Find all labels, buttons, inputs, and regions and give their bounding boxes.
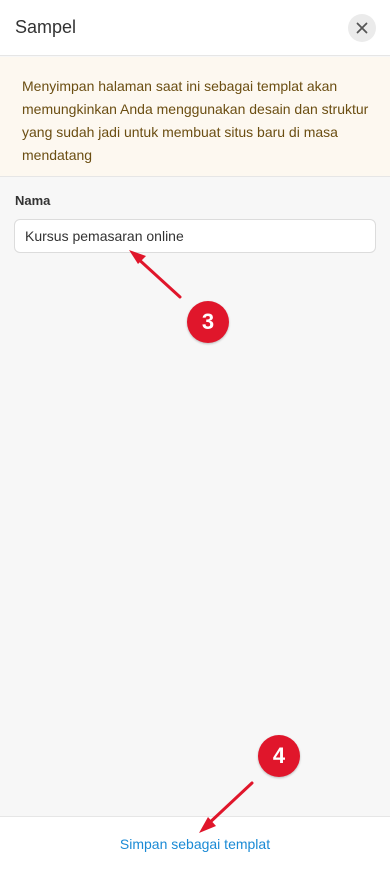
panel-footer: Simpan sebagai templat [0,816,390,870]
name-label: Nama [15,193,51,208]
arrow-to-name-input [129,250,182,299]
panel-title: Sampel [15,17,77,37]
info-notice: Menyimpan halaman saat ini sebagai templ… [0,57,390,177]
close-icon [356,22,368,34]
notice-text: Menyimpan halaman saat ini sebagai templ… [22,78,369,163]
panel-header: Sampel [0,0,390,56]
name-input[interactable] [14,219,376,253]
step-4-badge: 4 [258,735,300,777]
save-as-template-button[interactable]: Simpan sebagai templat [0,836,390,852]
step-3-badge: 3 [187,301,229,343]
close-button[interactable] [348,14,376,42]
